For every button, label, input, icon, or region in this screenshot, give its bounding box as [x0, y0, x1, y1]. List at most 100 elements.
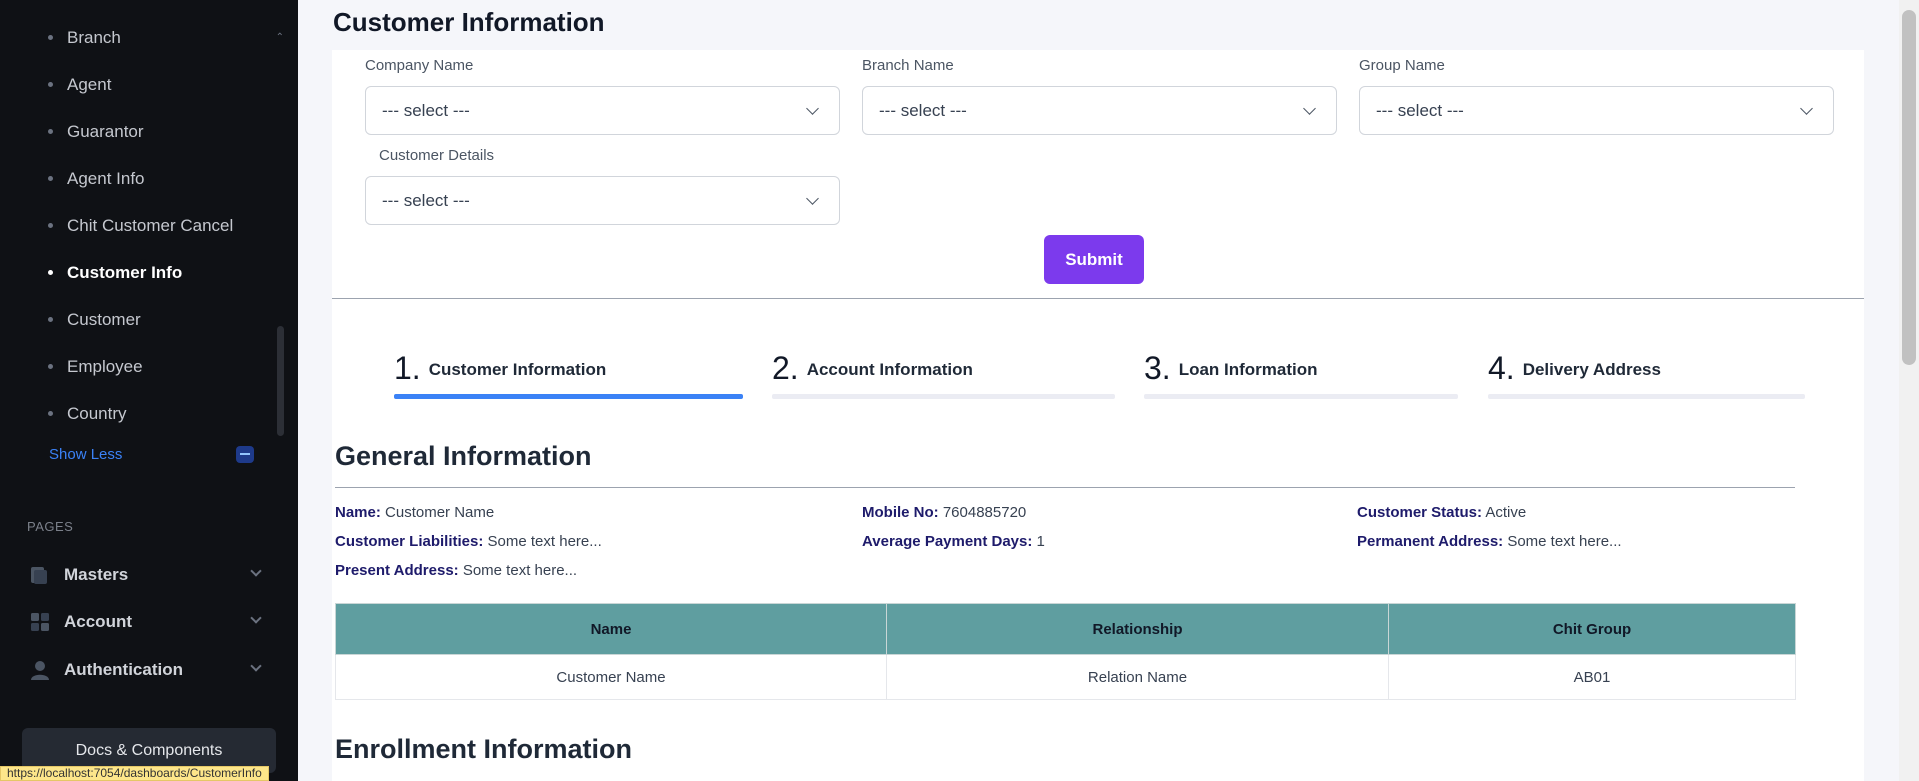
sidebar-item-label: Customer Info — [67, 262, 183, 282]
chevron-down-icon — [250, 660, 262, 672]
show-less-toggle[interactable]: Show Less — [49, 444, 254, 464]
sidebar-item-label: Customer — [67, 309, 141, 329]
step-account-information[interactable]: 2. Account Information — [772, 350, 1115, 399]
sidebar-item-label: Agent Info — [67, 168, 145, 188]
branch-name-label: Branch Name — [862, 57, 954, 74]
group-name-select[interactable]: --- select --- — [1359, 86, 1834, 135]
show-less-label: Show Less — [49, 445, 123, 463]
info-present-address: Present Address: Some text here... — [335, 562, 577, 579]
enrollment-information-title: Enrollment Information — [335, 734, 632, 764]
sidebar-item-label: Branch — [67, 27, 121, 47]
step-label: Loan Information — [1178, 360, 1318, 379]
chevron-down-icon — [1800, 102, 1813, 115]
main-content: Customer Information Company Name --- se… — [298, 0, 1919, 781]
sidebar-menu: Branch ⌃ Agent Guarantor Agent Info Chit … — [0, 14, 298, 437]
bullet-icon — [48, 82, 53, 87]
table-row: Customer Name Relation Name AB01 — [335, 654, 1796, 700]
step-delivery-address[interactable]: 4. Delivery Address — [1488, 350, 1805, 399]
page-scrollbar-thumb[interactable] — [1902, 10, 1916, 365]
sidebar-item-branch[interactable]: Branch ⌃ — [0, 14, 298, 61]
select-value: --- select --- — [382, 190, 470, 210]
info-label: Mobile No: — [862, 504, 939, 521]
section-divider — [332, 298, 1864, 299]
sidebar-group-masters[interactable]: Masters — [30, 561, 262, 589]
info-label: Average Payment Days: — [862, 533, 1033, 550]
step-label: Customer Information — [428, 360, 607, 379]
sidebar-group-account[interactable]: Account — [30, 608, 262, 636]
info-value: Some text here... — [487, 533, 602, 550]
caret-up-icon: ⌃ — [275, 32, 284, 43]
company-name-select[interactable]: --- select --- — [365, 86, 840, 135]
sidebar-item-employee[interactable]: Employee — [0, 343, 298, 390]
info-label: Customer Status: — [1357, 504, 1483, 521]
step-label: Account Information — [806, 360, 973, 379]
sidebar-item-customer-info[interactable]: Customer Info — [0, 249, 298, 296]
table-cell: Relation Name — [886, 654, 1389, 700]
sidebar-item-label: Country — [67, 403, 127, 423]
relationship-table: Name Relationship Chit Group Customer Na… — [335, 603, 1796, 700]
select-value: --- select --- — [879, 100, 967, 120]
info-value: Some text here... — [462, 562, 578, 579]
step-label: Delivery Address — [1522, 360, 1661, 379]
info-value: 7604885720 — [942, 504, 1027, 521]
chevron-down-icon — [250, 612, 262, 624]
sidebar-item-agent-info[interactable]: Agent Info — [0, 155, 298, 202]
sidebar-group-authentication[interactable]: Authentication — [30, 656, 262, 684]
customer-details-select[interactable]: --- select --- — [365, 176, 840, 225]
browser-status-url: https://localhost:7054/dashboards/Custom… — [0, 766, 269, 781]
submit-button[interactable]: Submit — [1044, 235, 1144, 284]
chevron-down-icon — [250, 565, 262, 577]
step-number: 4. — [1488, 350, 1515, 386]
bullet-icon — [48, 364, 53, 369]
sidebar: Branch ⌃ Agent Guarantor Agent Info Chit … — [0, 0, 298, 781]
sidebar-item-label: Guarantor — [67, 121, 144, 141]
info-permanent-address: Permanent Address: Some text here... — [1357, 533, 1622, 550]
info-label: Present Address: — [335, 562, 459, 579]
general-information-title: General Information — [335, 441, 592, 471]
table-header-row: Name Relationship Chit Group — [335, 603, 1796, 655]
account-icon — [30, 612, 50, 632]
sidebar-item-agent[interactable]: Agent — [0, 61, 298, 108]
sidebar-group-label: Masters — [64, 565, 129, 584]
bullet-icon — [48, 270, 53, 275]
step-customer-information[interactable]: 1. Customer Information — [394, 350, 743, 399]
page-title: Customer Information — [333, 7, 605, 37]
info-value: 1 — [1036, 533, 1045, 550]
table-cell: AB01 — [1388, 654, 1796, 700]
masters-icon — [30, 565, 50, 585]
sidebar-item-country[interactable]: Country — [0, 390, 298, 437]
step-number: 1. — [394, 350, 421, 386]
step-progress-bar — [394, 394, 743, 399]
info-name: Name: Customer Name — [335, 504, 494, 521]
info-customer-liabilities: Customer Liabilities: Some text here... — [335, 533, 602, 550]
sidebar-item-guarantor[interactable]: Guarantor — [0, 108, 298, 155]
info-value: Customer Name — [385, 504, 495, 521]
select-value: --- select --- — [382, 100, 470, 120]
info-customer-status: Customer Status: Active — [1357, 504, 1526, 521]
step-number: 2. — [772, 350, 799, 386]
sidebar-scrollbar[interactable] — [277, 326, 284, 436]
customer-details-label: Customer Details — [379, 147, 495, 164]
sidebar-item-chit-customer-cancel[interactable]: Chit Customer Cancel — [0, 202, 298, 249]
branch-name-select[interactable]: --- select --- — [862, 86, 1337, 135]
step-progress-bar — [1144, 394, 1458, 399]
step-progress-bar — [772, 394, 1115, 399]
sidebar-item-label: Employee — [67, 356, 143, 376]
group-name-label: Group Name — [1359, 57, 1445, 74]
info-value: Some text here... — [1507, 533, 1622, 550]
info-label: Name: — [335, 504, 381, 521]
sidebar-item-label: Agent — [67, 74, 112, 94]
chevron-down-icon — [806, 102, 819, 115]
info-label: Permanent Address: — [1357, 533, 1504, 550]
sidebar-group-label: Authentication — [64, 660, 183, 679]
info-value: Active — [1485, 504, 1527, 521]
bullet-icon — [48, 129, 53, 134]
sidebar-item-customer[interactable]: Customer — [0, 296, 298, 343]
step-number: 3. — [1144, 350, 1171, 386]
minus-icon — [236, 445, 254, 463]
column-header-relationship: Relationship — [886, 603, 1389, 655]
step-loan-information[interactable]: 3. Loan Information — [1144, 350, 1458, 399]
user-icon — [30, 660, 50, 680]
column-header-chit-group: Chit Group — [1388, 603, 1796, 655]
info-average-payment-days: Average Payment Days: 1 — [862, 533, 1045, 550]
